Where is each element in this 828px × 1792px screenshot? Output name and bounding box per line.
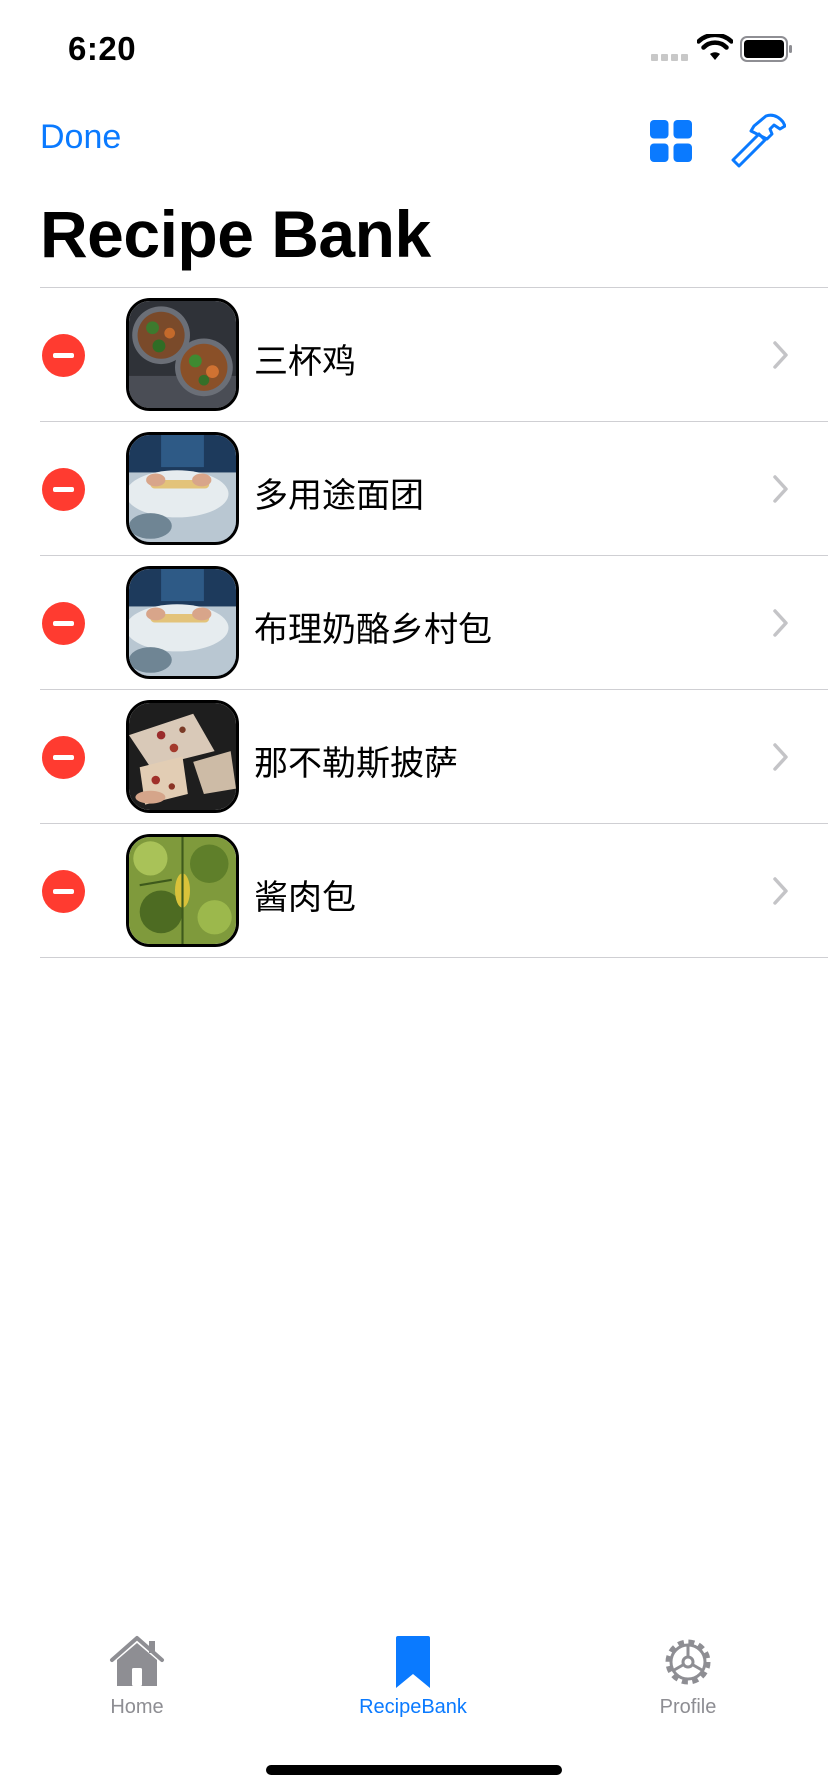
tab-home[interactable]: Home — [37, 1634, 237, 1719]
tab-recipebank[interactable]: RecipeBank — [313, 1634, 513, 1719]
status-bar: 6:20 — [0, 0, 828, 100]
recipe-row[interactable]: 布理奶酪乡村包 — [40, 556, 828, 690]
gear-icon — [665, 1639, 711, 1685]
chevron-right-icon — [773, 341, 788, 369]
recipe-thumbnail — [126, 432, 239, 545]
recipe-name: 布理奶酪乡村包 — [254, 610, 492, 650]
tab-label: RecipeBank — [359, 1696, 467, 1718]
house-icon — [110, 1636, 164, 1686]
tab-label: Profile — [659, 1696, 717, 1718]
dish-bowls-photo — [129, 301, 236, 408]
chevron-right-icon — [773, 475, 788, 503]
recipe-row[interactable]: 酱肉包 — [40, 824, 828, 958]
chevron-right-icon — [773, 743, 788, 771]
grid-icon[interactable] — [650, 120, 692, 162]
status-time: 6:20 — [68, 30, 137, 67]
recipe-thumbnail — [126, 566, 239, 679]
recipe-name: 多用途面团 — [254, 476, 424, 516]
recipe-name: 那不勒斯披萨 — [254, 744, 458, 784]
recipe-row[interactable]: 那不勒斯披萨 — [40, 690, 828, 824]
wifi-icon — [697, 34, 733, 60]
recipe-bank-screen: 6:20 Done Recipe Bank 三杯鸡 多用途面团 布理奶酪乡村包 … — [0, 0, 828, 1792]
dough-rolling-photo — [129, 569, 236, 676]
chevron-right-icon — [773, 877, 788, 905]
delete-icon[interactable] — [42, 870, 85, 913]
delete-icon[interactable] — [42, 602, 85, 645]
home-indicator[interactable] — [266, 1765, 562, 1775]
battery-icon — [740, 36, 792, 62]
recipe-thumbnail — [126, 298, 239, 411]
tab-profile[interactable]: Profile — [588, 1634, 788, 1719]
cellular-signal-icon — [651, 54, 688, 61]
recipe-thumbnail — [126, 700, 239, 813]
delete-icon[interactable] — [42, 334, 85, 377]
green-plant-photo — [129, 837, 236, 944]
recipe-list: 三杯鸡 多用途面团 布理奶酪乡村包 那不勒斯披萨 酱肉包 — [40, 287, 828, 958]
recipe-row[interactable]: 多用途面团 — [40, 422, 828, 556]
bookmark-icon — [396, 1636, 430, 1688]
pizza-slices-photo — [129, 703, 236, 810]
page-title: Recipe Bank — [40, 197, 431, 271]
tab-label: Home — [110, 1696, 164, 1718]
recipe-row[interactable]: 三杯鸡 — [40, 288, 828, 422]
recipe-thumbnail — [126, 834, 239, 947]
dough-rolling-photo — [129, 435, 236, 542]
done-button[interactable]: Done — [40, 118, 121, 157]
recipe-name: 三杯鸡 — [254, 342, 356, 382]
chevron-right-icon — [773, 609, 788, 637]
recipe-name: 酱肉包 — [254, 878, 356, 918]
hammer-icon[interactable] — [728, 112, 786, 168]
delete-icon[interactable] — [42, 736, 85, 779]
delete-icon[interactable] — [42, 468, 85, 511]
